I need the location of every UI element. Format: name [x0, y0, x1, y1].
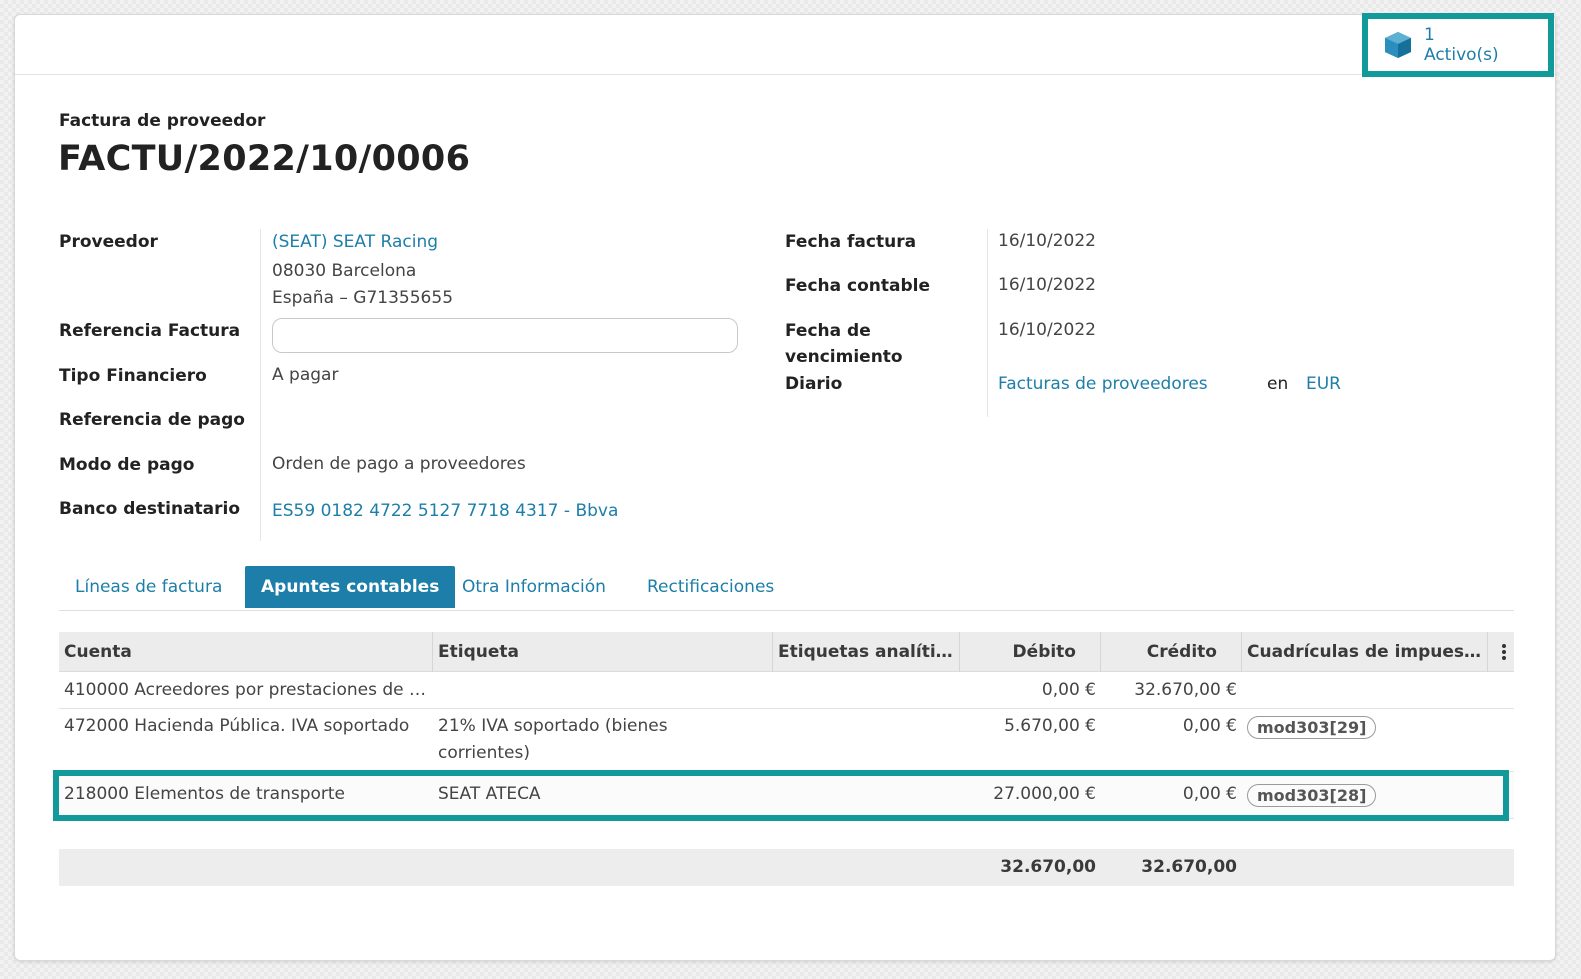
- modo-pago-label: Modo de pago: [59, 455, 195, 475]
- cell-tax-grids: mod303[29]: [1242, 715, 1488, 742]
- banco-destinatario-label: Banco destinatario: [59, 499, 241, 519]
- right-separator: [987, 229, 988, 417]
- fecha-contable-label: Fecha contable: [785, 276, 931, 296]
- page-title: FACTU/2022/10/0006: [58, 139, 471, 179]
- fecha-vencimiento-label-line1: Fecha de: [785, 321, 871, 341]
- table-footer-totals: 32.670,00 32.670,00: [59, 849, 1514, 886]
- assets-label: Activo(s): [1424, 45, 1499, 65]
- total-credito: 32.670,00: [1141, 857, 1237, 877]
- table-row[interactable]: 410000 Acreedores por prestaciones de se…: [59, 672, 1514, 709]
- tipo-financiero-label: Tipo Financiero: [59, 366, 207, 386]
- fecha-factura-label: Fecha factura: [785, 232, 917, 252]
- proveedor-address-line2: España – G71355655: [272, 288, 454, 308]
- fecha-factura-value[interactable]: 16/10/2022: [998, 228, 1096, 255]
- cube-icon: [1385, 32, 1411, 58]
- referencia-factura-label: Referencia Factura: [59, 321, 241, 341]
- proveedor-link[interactable]: (SEAT) SEAT Racing: [272, 229, 438, 256]
- assets-smart-button-text: 1 Activo(s): [1424, 25, 1499, 65]
- assets-smart-button[interactable]: 1 Activo(s): [1362, 13, 1554, 77]
- proveedor-label: Proveedor: [59, 232, 158, 252]
- proveedor-address-line1: 08030 Barcelona: [272, 261, 417, 281]
- tab-apuntes-contables[interactable]: Apuntes contables: [245, 566, 456, 608]
- button-box: 1 Activo(s): [15, 13, 1555, 77]
- col-cuenta[interactable]: Cuenta: [59, 632, 433, 672]
- cell-credito: 32.670,00 €: [1134, 680, 1237, 700]
- left-separator: [260, 229, 261, 541]
- cell-cuenta: 410000 Acreedores por prestaciones de se…: [64, 680, 433, 700]
- tab-rectificaciones[interactable]: Rectificaciones: [631, 566, 790, 608]
- cell-cuenta: 218000 Elementos de transporte: [64, 784, 346, 804]
- cell-debito: 27.000,00 €: [993, 784, 1096, 804]
- cell-credito: 0,00 €: [1182, 784, 1237, 804]
- tipo-financiero-value[interactable]: A pagar: [272, 362, 338, 389]
- diario-link[interactable]: Facturas de proveedores: [998, 371, 1208, 398]
- referencia-factura-input[interactable]: [272, 318, 738, 353]
- table-row-selected[interactable]: 218000 Elementos de transporte SEAT ATEC…: [59, 772, 1514, 819]
- table-row[interactable]: 472000 Hacienda Pública. IVA soportado 2…: [59, 709, 1514, 772]
- optional-columns-toggle[interactable]: [1488, 632, 1514, 672]
- tax-grid-tag[interactable]: mod303[29]: [1247, 716, 1377, 739]
- cell-credito: 0,00 €: [1182, 716, 1237, 736]
- fecha-vencimiento-value[interactable]: 16/10/2022: [998, 317, 1096, 344]
- referencia-pago-label: Referencia de pago: [59, 410, 245, 430]
- banco-destinatario-link[interactable]: ES59 0182 4722 5127 7718 4317 - Bbva: [272, 498, 618, 525]
- vertical-dots-icon: [1502, 644, 1506, 660]
- modo-pago-value[interactable]: Orden de pago a proveedores: [272, 451, 526, 478]
- fecha-vencimiento-label-line2: vencimiento: [785, 347, 903, 367]
- table-header: Cuenta Etiqueta Etiquetas analític... Dé…: [59, 632, 1514, 672]
- col-debito[interactable]: Débito: [960, 632, 1101, 672]
- cell-debito: 5.670,00 €: [1004, 716, 1096, 736]
- tab-otra-informacion[interactable]: Otra Información: [446, 566, 622, 608]
- fecha-contable-value[interactable]: 16/10/2022: [998, 272, 1096, 299]
- notebook-tabs: Líneas de factura Apuntes contables Otra…: [59, 566, 1514, 611]
- form-sheet: 1 Activo(s) Factura de proveedor FACTU/2…: [14, 13, 1556, 961]
- col-etiqueta[interactable]: Etiqueta: [433, 632, 773, 672]
- cell-etiqueta: SEAT ATECA: [438, 784, 541, 804]
- tax-grid-tag[interactable]: mod303[28]: [1247, 784, 1377, 807]
- fecha-vencimiento-label: Fecha de vencimiento: [785, 318, 903, 370]
- assets-count: 1: [1424, 25, 1435, 45]
- document-type: Factura de proveedor: [59, 111, 266, 131]
- col-cuadriculas-impuestos[interactable]: Cuadrículas de impuest...: [1242, 632, 1488, 672]
- cell-debito: 0,00 €: [1041, 680, 1096, 700]
- col-etiquetas-analiticas[interactable]: Etiquetas analític...: [773, 632, 960, 672]
- cell-cuenta: 472000 Hacienda Pública. IVA soportado: [64, 716, 410, 736]
- total-debito: 32.670,00: [1000, 857, 1096, 877]
- currency-link[interactable]: EUR: [1306, 371, 1341, 398]
- tab-lineas-factura[interactable]: Líneas de factura: [59, 566, 238, 608]
- currency-en-text: en: [1267, 374, 1289, 394]
- cell-etiqueta: 21% IVA soportado (bienes corrientes): [438, 716, 668, 763]
- cell-tax-grids: mod303[28]: [1242, 783, 1488, 810]
- col-credito[interactable]: Crédito: [1101, 632, 1242, 672]
- diario-label: Diario: [785, 374, 843, 394]
